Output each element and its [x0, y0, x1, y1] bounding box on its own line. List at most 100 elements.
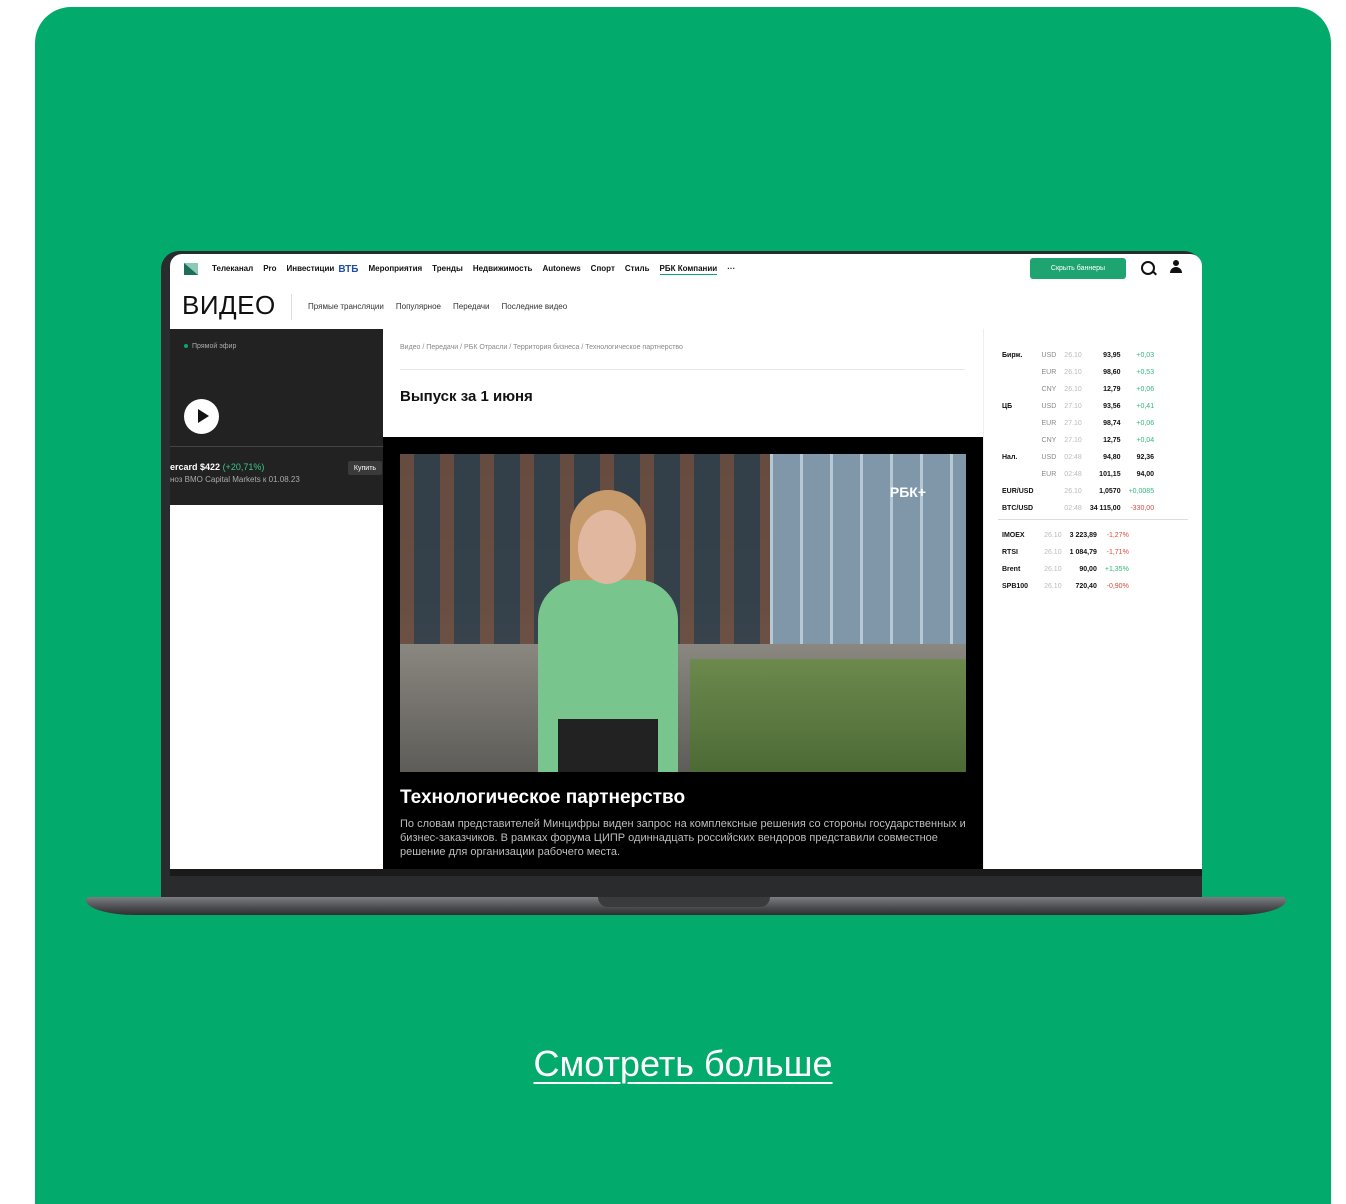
quote-date: 27.10 — [1064, 420, 1082, 427]
quote-date: 02:48 — [1064, 454, 1082, 461]
currency-table: Бирж. USD 26.10 93,95 +0,03 EUR 26.10 98,60 +0,5… — [998, 347, 1158, 517]
quote-group — [998, 415, 1038, 432]
divider — [998, 519, 1188, 520]
tab-live[interactable]: Прямые трансляции — [308, 302, 384, 311]
index-value: 720,40 — [1075, 583, 1097, 590]
quote-value: 94,80 — [1103, 454, 1121, 461]
quote-currency: CNY — [1041, 437, 1057, 444]
live-panel: Прямой эфир ercard $422 (+20,71%) ноз BM… — [170, 329, 383, 505]
quote-change: +0,04 — [1136, 437, 1155, 444]
index-row[interactable]: Brent 26.10 90,00 +1,35% — [998, 561, 1133, 578]
quote-value: 98,60 — [1103, 369, 1121, 376]
quote-group: EUR/USD — [1002, 488, 1034, 495]
quote-row[interactable]: EUR 27.10 98,74 +0,06 — [998, 415, 1158, 432]
user-icon[interactable] — [1169, 260, 1183, 274]
nav-item-rbc-companies[interactable]: РБК Компании — [659, 264, 718, 275]
index-value: 90,00 — [1079, 566, 1097, 573]
nav-item-trends[interactable]: Тренды — [432, 264, 463, 275]
index-row[interactable]: SPB100 26.10 720,40 -0,90% — [998, 578, 1133, 595]
index-change: -1,27% — [1106, 532, 1129, 539]
video-player[interactable]: РБК+ Технологическое партнерство По слов… — [383, 437, 983, 874]
episode-title: Выпуск за 1 июня — [400, 388, 533, 405]
rbc-logo-icon[interactable] — [184, 263, 198, 275]
quote-currency: EUR — [1041, 420, 1057, 427]
nav-item-pro[interactable]: Pro — [263, 264, 276, 275]
tab-shows[interactable]: Передачи — [453, 302, 490, 311]
quote-group: ЦБ — [1002, 403, 1013, 410]
quote-value: 1,0570 — [1099, 488, 1121, 495]
presenter-image — [558, 719, 658, 772]
nav-item-tv[interactable]: Телеканал — [212, 264, 253, 275]
live-label: Прямой эфир — [184, 343, 236, 350]
search-icon[interactable] — [1141, 261, 1155, 275]
quote-value: 93,95 — [1103, 352, 1121, 359]
indices-table: IMOEX 26.10 3 223,89 -1,27% RTSI 26.10 1 084,7… — [998, 527, 1133, 595]
quote-group — [998, 432, 1038, 449]
top-navigation: Телеканал Pro Инвестиции ВТБ Мероприятия… — [170, 254, 1202, 284]
quote-change: +0,53 — [1136, 369, 1155, 376]
nav-item-style[interactable]: Стиль — [625, 264, 650, 275]
main-content: Видео / Передачи / РБК Отрасли / Террито… — [383, 329, 983, 874]
vtb-logo[interactable]: ВТБ — [338, 264, 358, 275]
video-image — [770, 454, 966, 664]
see-more-link[interactable]: Смотреть больше — [35, 1043, 1331, 1085]
quote-change: +0,0085 — [1128, 488, 1155, 495]
play-icon[interactable] — [184, 399, 219, 434]
nav-item-sport[interactable]: Спорт — [591, 264, 615, 275]
rbk-plus-watermark: РБК+ — [889, 484, 926, 500]
quote-change: 92,36 — [1136, 454, 1155, 461]
index-name: RTSI — [1002, 549, 1018, 556]
buy-button[interactable]: Купить — [348, 461, 382, 475]
quote-row[interactable]: BTC/USD 02:48 34 115,00 -330,00 — [998, 500, 1158, 517]
quote-row[interactable]: EUR 02:48 101,15 94,00 — [998, 466, 1158, 483]
index-change: -0,90% — [1106, 583, 1129, 590]
quote-row[interactable]: Нал. USD 02:48 94,80 92,36 — [998, 449, 1158, 466]
index-date: 26.10 — [1044, 549, 1062, 556]
page-title: ВИДЕО — [182, 290, 276, 320]
quote-currency: CNY — [1041, 386, 1057, 393]
quote-row[interactable]: CNY 27.10 12,75 +0,04 — [998, 432, 1158, 449]
hide-banners-button[interactable]: Скрыть баннеры — [1030, 258, 1126, 279]
quote-date: 02:48 — [1064, 505, 1082, 512]
index-date: 26.10 — [1044, 566, 1062, 573]
quote-value: 12,75 — [1103, 437, 1121, 444]
quote-change: +0,06 — [1136, 386, 1155, 393]
video-image — [690, 659, 966, 772]
index-value: 1 084,79 — [1069, 549, 1097, 556]
quote-row[interactable]: EUR 26.10 98,60 +0,53 — [998, 364, 1158, 381]
nav-item-realty[interactable]: Недвижимость — [473, 264, 533, 275]
nav-item-investments[interactable]: Инвестиции — [287, 264, 335, 275]
quote-currency — [1038, 483, 1061, 500]
quote-group: Бирж. — [1002, 352, 1023, 359]
index-name: SPB100 — [1002, 583, 1029, 590]
breadcrumb[interactable]: Видео / Передачи / РБК Отрасли / Террито… — [400, 344, 683, 351]
quote-value: 101,15 — [1099, 471, 1121, 478]
quote-change: +0,06 — [1136, 420, 1155, 427]
nav-item-autonews[interactable]: Autonews — [542, 264, 580, 275]
screen-bottom — [170, 869, 1202, 876]
quote-date: 26.10 — [1064, 386, 1082, 393]
tab-latest[interactable]: Последние видео — [502, 302, 568, 311]
quote-row[interactable]: CNY 26.10 12,79 +0,06 — [998, 381, 1158, 398]
nav-more-button[interactable]: ··· — [727, 264, 735, 275]
video-frame[interactable]: РБК+ — [400, 454, 966, 772]
nav-item-events[interactable]: Мероприятия — [368, 264, 422, 275]
index-row[interactable]: RTSI 26.10 1 084,79 -1,71% — [998, 544, 1133, 561]
index-change: +1,35% — [1104, 566, 1129, 573]
index-spacer — [1032, 527, 1040, 544]
quote-group: Нал. — [1002, 454, 1018, 461]
quote-row[interactable]: ЦБ USD 27.10 93,56 +0,41 — [998, 398, 1158, 415]
tab-popular[interactable]: Популярное — [396, 302, 441, 311]
quotes-panel: Бирж. USD 26.10 93,95 +0,03 EUR 26.10 98,60 +0,5… — [983, 329, 1202, 874]
ticker-note: ноз BMO Capital Markets к 01.08.23 — [170, 475, 300, 484]
quote-row[interactable]: Бирж. USD 26.10 93,95 +0,03 — [998, 347, 1158, 364]
quote-date: 27.10 — [1064, 437, 1082, 444]
index-row[interactable]: IMOEX 26.10 3 223,89 -1,27% — [998, 527, 1133, 544]
quote-currency: EUR — [1041, 369, 1057, 376]
ticker-change: (+20,71%) — [222, 462, 265, 472]
quote-group: BTC/USD — [1002, 505, 1034, 512]
presenter-image — [578, 510, 636, 584]
quote-currency: USD — [1041, 403, 1057, 410]
quote-date: 26.10 — [1064, 369, 1082, 376]
quote-row[interactable]: EUR/USD 26.10 1,0570 +0,0085 — [998, 483, 1158, 500]
